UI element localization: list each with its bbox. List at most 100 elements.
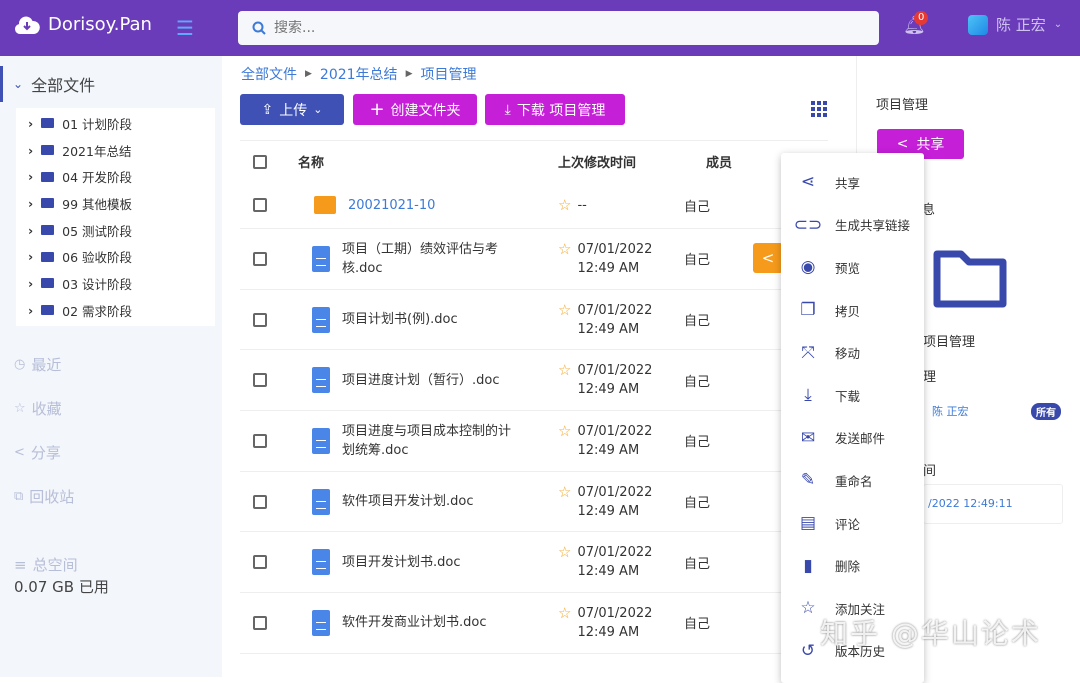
- modified-date: 07/01/2022: [577, 423, 653, 439]
- menu-item-move[interactable]: ⤧ 移动: [781, 331, 924, 374]
- tree-item[interactable]: › 06 验收阶段: [16, 243, 215, 270]
- tree-item[interactable]: › 04 开发阶段: [16, 163, 215, 190]
- sidebar-item-recycle[interactable]: ⧉ 回收站: [14, 486, 74, 507]
- sidebar-item-clock[interactable]: ◷ 最近: [14, 354, 61, 375]
- menu-item-eye[interactable]: ◉ 预览: [781, 246, 924, 289]
- members: 自己: [684, 253, 711, 269]
- row-checkbox[interactable]: [253, 433, 267, 448]
- chevron-right-icon[interactable]: ›: [28, 276, 33, 291]
- folder-icon: [41, 118, 55, 129]
- tree-item-label: 05 测试阶段: [62, 223, 133, 239]
- star-icon: ☆: [14, 401, 26, 416]
- star-icon[interactable]: ☆: [558, 543, 571, 581]
- upload-button[interactable]: ⇪ 上传 ⌄: [240, 94, 344, 125]
- menu-item-comment[interactable]: ▤ 评论: [781, 502, 924, 545]
- modified-time: 12:49 AM: [577, 564, 640, 580]
- file-name[interactable]: 20021021-10: [348, 196, 435, 215]
- row-checkbox[interactable]: [253, 251, 267, 266]
- column-modified[interactable]: 上次修改时间: [558, 152, 706, 171]
- table-row[interactable]: 项目开发计划书.doc ☆ 07/01/2022 12:49 AM 自己: [240, 532, 828, 594]
- file-name[interactable]: 项目（工期）绩效评估与考核.doc: [342, 240, 512, 278]
- breadcrumb-item[interactable]: 全部文件: [241, 64, 297, 84]
- table-row[interactable]: 项目（工期）绩效评估与考核.doc ☆ 07/01/2022 12:49 AM 自己: [240, 229, 828, 290]
- table-row[interactable]: 项目进度与项目成本控制的计划统筹.doc ☆ 07/01/2022 12:49 AM…: [240, 411, 828, 472]
- file-name[interactable]: 项目进度与项目成本控制的计划统筹.doc: [342, 422, 512, 460]
- menu-item-pencil[interactable]: ✎ 重命名: [781, 459, 924, 502]
- file-name[interactable]: 项目计划书(例).doc: [342, 310, 458, 329]
- menu-item-mail[interactable]: ✉ 发送邮件: [781, 417, 924, 460]
- column-name[interactable]: 名称: [298, 152, 558, 171]
- row-checkbox[interactable]: [253, 494, 267, 509]
- table-row[interactable]: 项目进度计划（暂行）.doc ☆ 07/01/2022 12:49 AM 自己: [240, 350, 828, 412]
- cloud-download-icon: [14, 16, 40, 34]
- document-icon: [312, 306, 330, 333]
- menu-item-link[interactable]: ⊂⊃ 生成共享链接: [781, 204, 924, 247]
- star-icon[interactable]: ☆: [558, 483, 571, 521]
- row-checkbox[interactable]: [253, 373, 267, 388]
- hamburger-menu-icon[interactable]: ☰: [176, 16, 194, 40]
- modified-date: 07/01/2022: [577, 363, 653, 379]
- logo[interactable]: Dorisoy.Pan: [14, 14, 152, 35]
- tree-item[interactable]: › 99 其他模板: [16, 190, 215, 217]
- table-row[interactable]: 软件项目开发计划.doc ☆ 07/01/2022 12:49 AM 自己: [240, 472, 828, 533]
- chevron-right-icon[interactable]: ›: [28, 303, 33, 318]
- download-button[interactable]: ⤓ 下载 项目管理: [485, 94, 625, 125]
- menu-item-trash[interactable]: ▮ 删除: [781, 544, 924, 587]
- search-input[interactable]: [274, 20, 854, 36]
- star-icon[interactable]: ☆: [558, 361, 571, 399]
- star-icon[interactable]: ☆: [558, 240, 571, 278]
- download-icon: ⤓: [504, 101, 511, 118]
- folder-icon: [41, 305, 55, 316]
- tree-item[interactable]: › 01 计划阶段: [16, 110, 215, 137]
- tree-item[interactable]: › 03 设计阶段: [16, 270, 215, 297]
- create-folder-button[interactable]: + 创建文件夹: [353, 94, 477, 125]
- row-checkbox[interactable]: [253, 615, 267, 630]
- row-checkbox[interactable]: [253, 555, 267, 570]
- chevron-right-icon[interactable]: ›: [28, 116, 33, 131]
- menu-item-copy[interactable]: ❐ 拷贝: [781, 289, 924, 332]
- breadcrumb-item[interactable]: 2021年总结: [320, 64, 398, 84]
- row-checkbox[interactable]: [253, 312, 267, 327]
- chevron-right-icon[interactable]: ›: [28, 196, 33, 211]
- folder-icon: [41, 278, 55, 289]
- select-all-checkbox[interactable]: [253, 154, 267, 169]
- file-name[interactable]: 项目进度计划（暂行）.doc: [342, 371, 500, 390]
- menu-item-download[interactable]: ⤓ 下载: [781, 374, 924, 417]
- user-menu[interactable]: 陈 正宏 ⌄: [968, 14, 1062, 35]
- star-icon[interactable]: ☆: [558, 422, 571, 460]
- breadcrumb-item[interactable]: 项目管理: [420, 64, 476, 84]
- tree-item[interactable]: › 02 需求阶段: [16, 297, 215, 324]
- menu-item-share[interactable]: ⋖ 共享: [781, 161, 924, 204]
- star-icon[interactable]: ☆: [558, 604, 571, 642]
- chevron-right-icon[interactable]: ›: [28, 223, 33, 238]
- chevron-down-icon: ⌄: [313, 103, 323, 116]
- row-checkbox[interactable]: [253, 198, 267, 212]
- star-icon[interactable]: ☆: [558, 196, 571, 215]
- tree-item[interactable]: › 05 测试阶段: [16, 217, 215, 244]
- table-row[interactable]: 软件开发商业计划书.doc ☆ 07/01/2022 12:49 AM 自己: [240, 593, 828, 654]
- chevron-right-icon[interactable]: ›: [28, 249, 33, 264]
- grid-view-icon[interactable]: [811, 101, 827, 117]
- sidebar: ⌄ 全部文件 › 01 计划阶段 › 2021年总结 › 04 开发阶段 › 99 其他模板 ›…: [0, 56, 222, 677]
- modified-date: 07/01/2022: [577, 302, 653, 318]
- file-name[interactable]: 项目开发计划书.doc: [342, 553, 461, 572]
- modified-date: 07/01/2022: [577, 241, 653, 257]
- sidebar-item-star[interactable]: ☆ 收藏: [14, 398, 62, 419]
- comment-icon: ▤: [799, 513, 817, 534]
- row-share-button[interactable]: <: [753, 243, 783, 273]
- tree-item[interactable]: › 2021年总结: [16, 137, 215, 164]
- sidebar-item-share[interactable]: < 分享: [14, 442, 61, 463]
- menu-item-label: 下载: [835, 388, 861, 404]
- star-icon[interactable]: ☆: [558, 301, 571, 339]
- sidebar-item-all-files[interactable]: ⌄ 全部文件: [0, 66, 222, 102]
- plus-icon: +: [369, 99, 385, 120]
- table-row[interactable]: 项目计划书(例).doc ☆ 07/01/2022 12:49 AM 自己: [240, 290, 828, 351]
- chevron-right-icon[interactable]: ›: [28, 143, 33, 158]
- copy-icon: ❐: [800, 300, 816, 321]
- chevron-right-icon[interactable]: ›: [28, 169, 33, 184]
- file-name[interactable]: 软件开发商业计划书.doc: [342, 613, 487, 632]
- table-row[interactable]: 20021021-10 ☆ -- 自己: [240, 182, 828, 229]
- folder-icon: [41, 251, 55, 262]
- members: 自己: [684, 374, 711, 390]
- file-name[interactable]: 软件项目开发计划.doc: [342, 492, 474, 511]
